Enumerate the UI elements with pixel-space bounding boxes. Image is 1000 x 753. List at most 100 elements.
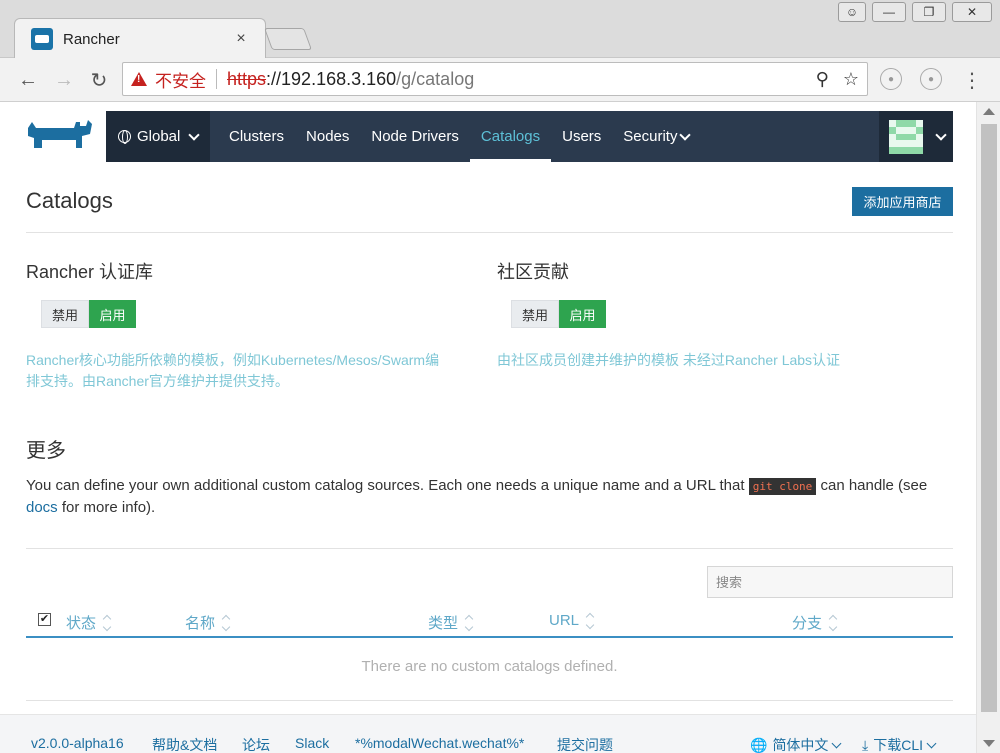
browser-tab[interactable]: Rancher ×	[14, 18, 266, 58]
tab-title: Rancher	[63, 30, 120, 48]
search-input[interactable]	[707, 566, 953, 598]
column-type-label: 类型	[428, 615, 459, 632]
user-profile-icon[interactable]: ☺	[838, 2, 866, 22]
reload-icon[interactable]: ↻	[85, 66, 113, 94]
tab-close-icon[interactable]: ×	[231, 30, 251, 48]
language-label: 简体中文	[772, 737, 829, 753]
docs-link[interactable]: docs	[26, 499, 58, 516]
library-description: Rancher核心功能所依赖的模板，例如Kubernetes/Mesos/Swa…	[26, 350, 486, 392]
more-text-before: You can define your own additional custo…	[26, 477, 749, 494]
new-tab-button[interactable]	[263, 28, 313, 50]
sort-icon	[221, 614, 231, 631]
nav-nodes[interactable]: Nodes	[295, 111, 360, 162]
zoom-icon[interactable]: ⚲	[816, 69, 829, 90]
community-toggle: 禁用 启用	[511, 300, 606, 328]
page-scrollbar[interactable]	[976, 102, 1000, 753]
community-title: 社区贡献	[497, 262, 569, 282]
more-description: You can define your own additional custo…	[26, 475, 946, 518]
forum-link[interactable]: 论坛	[242, 735, 270, 753]
scroll-down-icon[interactable]	[983, 740, 995, 747]
globe-icon	[118, 130, 131, 144]
address-separator	[216, 69, 217, 89]
rancher-favicon-icon	[31, 28, 53, 50]
extension-icon[interactable]: ●	[880, 68, 902, 90]
column-branch-label: 分支	[792, 615, 823, 632]
forward-arrow-icon[interactable]: →	[50, 66, 78, 94]
restore-icon[interactable]: ❐	[912, 2, 946, 22]
chevron-down-icon	[935, 128, 947, 141]
column-state[interactable]: 状态	[66, 612, 112, 633]
nav-catalogs[interactable]: Catalogs	[469, 111, 552, 162]
url-scheme: https	[227, 68, 267, 89]
library-disable-button[interactable]: 禁用	[41, 300, 89, 328]
language-selector[interactable]: 🌐 简体中文	[750, 735, 842, 753]
nav-clusters[interactable]: Clusters	[210, 111, 295, 162]
library-title: Rancher 认证库	[26, 262, 154, 282]
git-clone-code: git clone	[748, 478, 817, 495]
chevron-down-icon	[926, 738, 937, 748]
user-menu[interactable]	[879, 111, 953, 162]
library-description-line-2: 排支持。由Rancher官方维护并提供支持。	[26, 373, 289, 389]
address-bar[interactable]: 不安全 https ://192.168.3.160 /g/catalog ⚲ …	[122, 62, 868, 96]
warning-icon	[131, 72, 147, 86]
help-docs-link[interactable]: 帮助&文档	[152, 735, 217, 753]
extension-icon-2[interactable]: ●	[920, 68, 942, 90]
footer: v2.0.0-alpha16 帮助&文档 论坛 Slack *%modalWec…	[0, 714, 976, 753]
scroll-up-icon[interactable]	[983, 108, 995, 115]
main-navigation: Global Clusters Nodes Node Drivers Catal…	[106, 111, 953, 162]
version-link[interactable]: v2.0.0-alpha16	[31, 735, 124, 751]
back-arrow-icon[interactable]: ←	[14, 66, 42, 94]
download-icon: ⤓	[862, 736, 869, 753]
browser-toolbar: ← → ↻ 不安全 https ://192.168.3.160 /g/cata…	[0, 58, 1000, 102]
community-description: 由社区成员创建并维护的模板 未经过Rancher Labs认证	[497, 352, 841, 368]
chevron-down-icon	[679, 128, 692, 141]
global-scope-dropdown[interactable]: Global	[106, 111, 210, 162]
nav-users[interactable]: Users	[551, 111, 612, 162]
download-cli-dropdown[interactable]: ⤓ 下载CLI	[862, 735, 937, 753]
browser-titlebar: Rancher × ☺ — ❐ ✕	[0, 0, 1000, 58]
close-window-icon[interactable]: ✕	[952, 2, 992, 22]
nav-security[interactable]: Security	[612, 111, 700, 162]
scrollbar-thumb[interactable]	[981, 124, 997, 712]
chevron-down-icon	[188, 128, 201, 141]
more-text-middle: can handle (see	[816, 477, 928, 494]
minimize-icon[interactable]: —	[872, 2, 906, 22]
slack-link[interactable]: Slack	[295, 735, 329, 751]
file-issue-link[interactable]: 提交问题	[557, 735, 613, 753]
wechat-link[interactable]: *%modalWechat.wechat%*	[355, 735, 524, 751]
column-type[interactable]: 类型	[428, 612, 474, 633]
sort-icon	[585, 612, 595, 629]
nav-security-label: Security	[623, 128, 678, 145]
divider	[26, 548, 953, 549]
sort-icon	[102, 614, 112, 631]
library-enable-button[interactable]: 启用	[89, 300, 136, 328]
catalog-table-header: ✔ 状态 名称 类型 URL 分支	[26, 604, 953, 638]
column-url-label: URL	[549, 612, 580, 629]
library-toggle: 禁用 启用	[41, 300, 136, 328]
url-path: /g/catalog	[396, 68, 475, 89]
download-cli-label: 下载CLI	[873, 737, 923, 753]
community-enable-button[interactable]: 启用	[559, 300, 606, 328]
avatar	[889, 119, 923, 154]
library-description-line-1: Rancher核心功能所依赖的模板，例如Kubernetes/Mesos/Swa…	[26, 352, 440, 368]
column-name-label: 名称	[185, 615, 216, 632]
insecure-label: 不安全	[155, 71, 206, 91]
rancher-logo-icon[interactable]	[26, 118, 92, 152]
global-label: Global	[137, 128, 181, 145]
page-content: Global Clusters Nodes Node Drivers Catal…	[0, 102, 976, 753]
more-text-after: for more info).	[57, 499, 156, 516]
page-title: Catalogs	[26, 188, 113, 213]
column-name[interactable]: 名称	[185, 612, 231, 633]
select-all-checkbox[interactable]: ✔	[38, 613, 51, 626]
column-branch[interactable]: 分支	[792, 612, 838, 633]
add-catalog-button[interactable]: 添加应用商店	[852, 187, 953, 216]
column-state-label: 状态	[66, 615, 97, 632]
column-url[interactable]: URL	[549, 612, 595, 629]
url-host: ://192.168.3.160	[266, 68, 397, 89]
divider	[26, 232, 953, 233]
more-title: 更多	[26, 440, 66, 462]
bookmark-star-icon[interactable]: ☆	[843, 69, 859, 90]
nav-node-drivers[interactable]: Node Drivers	[360, 111, 470, 162]
community-disable-button[interactable]: 禁用	[511, 300, 559, 328]
browser-menu-icon[interactable]: ⋮	[958, 66, 986, 94]
